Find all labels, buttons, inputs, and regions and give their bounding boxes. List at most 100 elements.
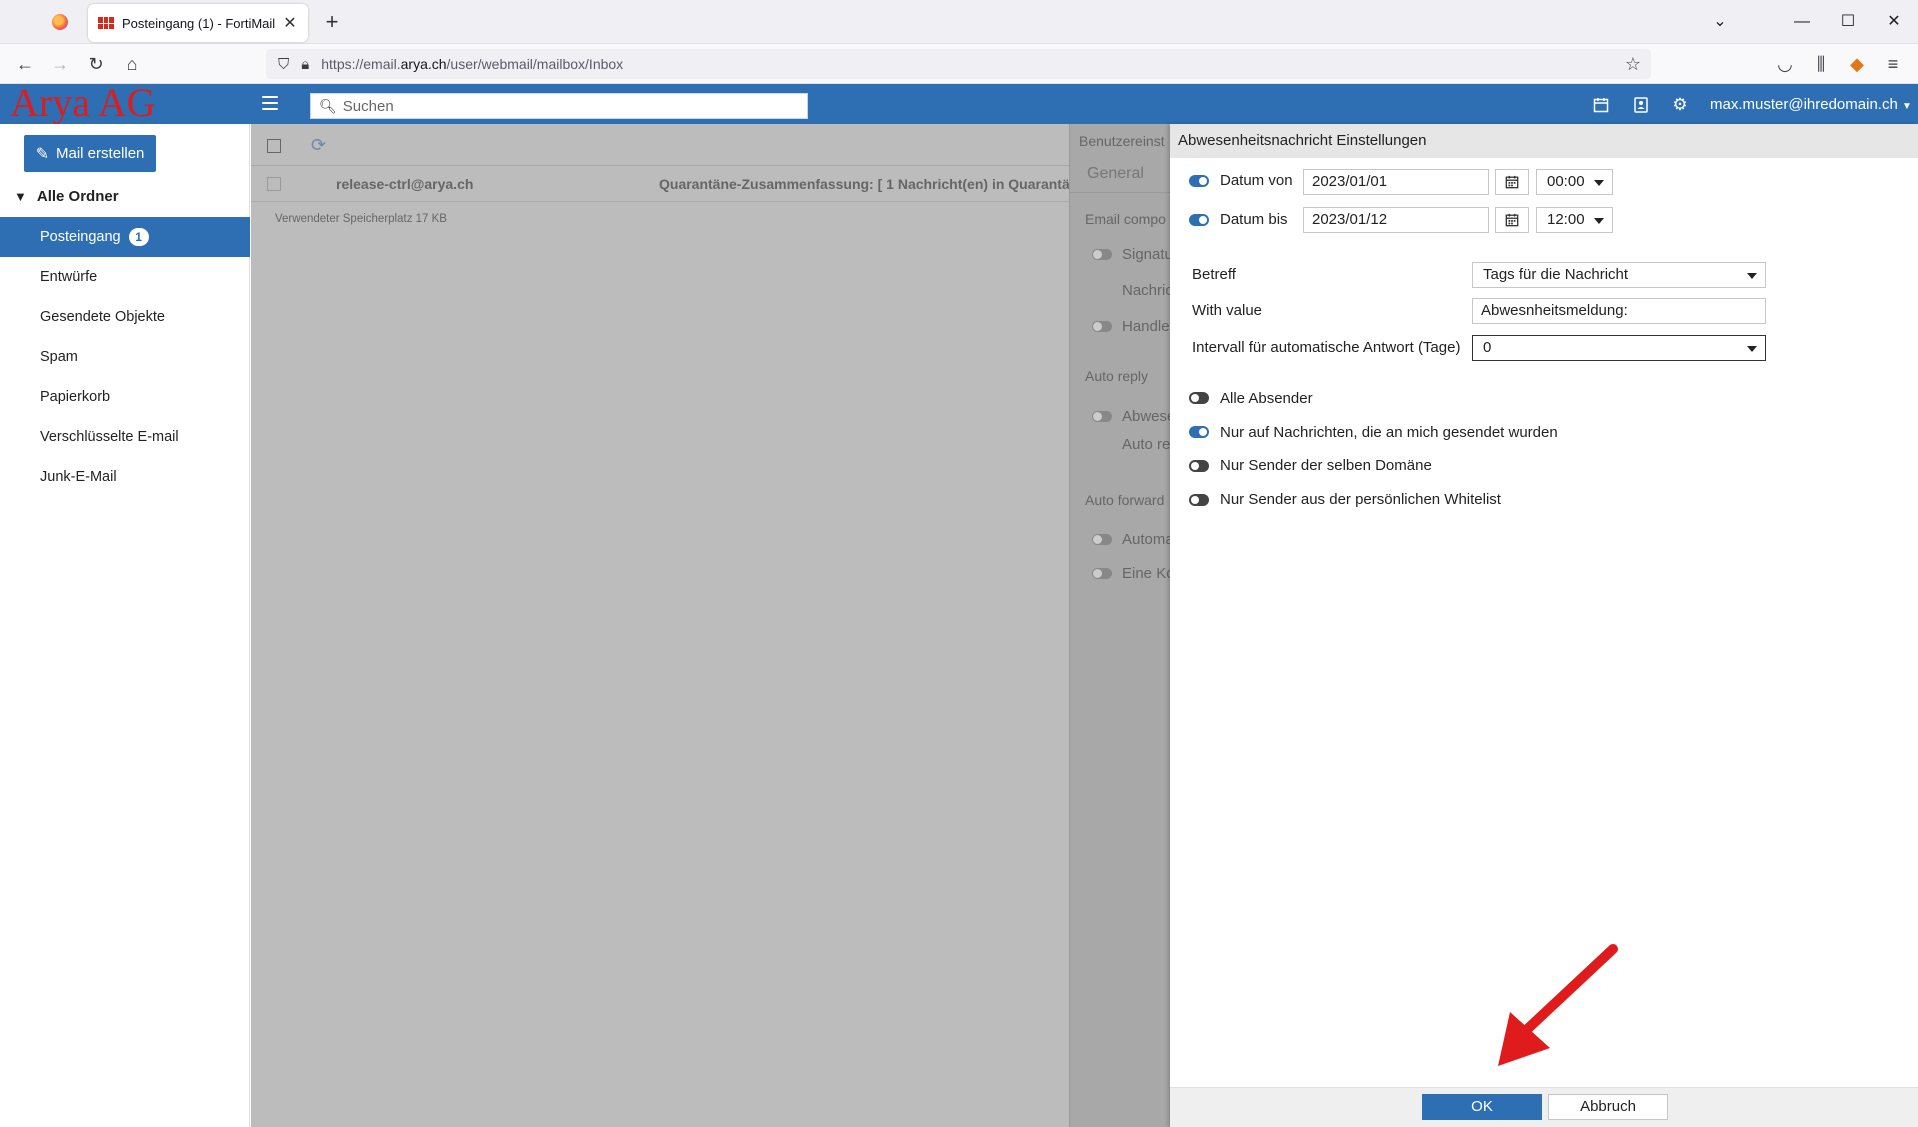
tab-general[interactable]: General [1087,165,1144,183]
folder-spam[interactable]: Spam [0,337,250,377]
chevron-down-icon [1594,218,1604,224]
chevron-down-icon [1747,346,1757,352]
folder-drafts[interactable]: Entwürfe [0,257,250,297]
chevron-down-icon [1747,273,1757,279]
toggle-date-to[interactable] [1189,214,1209,226]
ok-button[interactable]: OK [1422,1094,1542,1120]
folder-sent[interactable]: Gesendete Objekte [0,297,250,337]
toggle-date-from[interactable] [1189,175,1209,187]
home-icon[interactable]: ⌂ [117,50,147,78]
search-input[interactable]: 🔍︎ Suchen [310,93,808,119]
firefox-view-button[interactable] [40,10,80,34]
label-date-from: Datum von [1220,172,1293,189]
date-to-input[interactable]: 2023/01/12 [1303,207,1489,233]
company-logo: Arya AG [10,80,156,125]
row-checkbox[interactable] [267,177,281,191]
label-subject: Betreff [1192,266,1236,283]
chevron-down-icon [1594,180,1604,186]
browser-tab-bar: Posteingang (1) - FortiMail ✕ + ⌄ — ☐ ✕ [0,0,1918,44]
forward-arrow-icon[interactable]: → [45,50,75,78]
label-all-senders: Alle Absender [1220,390,1313,407]
mail-subject: Quarantäne-Zusammenfassung: [ 1 Nachrich… [659,176,1098,192]
storage-usage: Verwendeter Speicherplatz 17 KB [275,213,447,225]
hamburger-menu-icon[interactable] [262,96,278,110]
date-to-calendar-icon[interactable] [1495,207,1529,233]
url-text: https://email.arya.ch/user/webmail/mailb… [321,56,624,72]
toggle-abwesenheit[interactable] [1092,411,1112,422]
toggle-eine-kopie[interactable] [1092,568,1112,579]
date-from-calendar-icon[interactable] [1495,169,1529,195]
search-placeholder: Suchen [342,97,394,115]
lock-icon[interactable]: 🔒︎ [301,56,309,73]
pocket-icon[interactable]: ◡ [1770,50,1800,78]
mail-list-area [251,124,1069,1127]
user-menu[interactable]: max.muster@ihredomain.ch ▼ [1710,96,1912,113]
contacts-icon[interactable] [1629,93,1653,117]
label-date-to: Datum bis [1220,211,1288,228]
bookmark-star-icon[interactable]: ☆ [1625,54,1641,75]
section-auto-reply: Auto reply [1085,368,1149,384]
mail-list-toolbar [251,124,1069,166]
toggle-signature[interactable] [1092,249,1112,260]
fortimail-favicon-icon [98,17,114,29]
gear-icon[interactable]: ⚙ [1668,93,1692,117]
reload-icon[interactable]: ↻ [81,50,111,78]
label-eine-kopie: Eine Ko [1122,565,1175,582]
toggle-only-to-me[interactable] [1189,426,1209,438]
window-maximize-icon[interactable]: ☐ [1828,8,1868,36]
calendar-icon[interactable] [1589,93,1613,117]
table-row[interactable]: release-ctrl@arya.ch Quarantäne-Zusammen… [251,166,1098,202]
cancel-button[interactable]: Abbruch [1548,1094,1668,1120]
firefox-icon [52,14,68,30]
browser-nav-bar: ← → ↻ ⌂ ⛉ 🔒︎ https://email.arya.ch/user/… [0,44,1918,84]
dialog-footer [1170,1087,1918,1127]
chevron-down-icon: ▼ [14,189,27,204]
tracking-shield-icon[interactable]: ⛉ [278,56,289,73]
all-folders-toggle[interactable]: ▼ Alle Ordner [14,188,119,205]
back-arrow-icon[interactable]: ← [10,50,40,78]
label-handle: Handle [1122,318,1170,335]
app-menu-icon[interactable]: ≡ [1878,50,1908,78]
window-close-icon[interactable]: ✕ [1874,8,1914,36]
toggle-handle[interactable] [1092,321,1112,332]
time-to-select[interactable]: 12:00 [1536,207,1613,233]
dialog-title: Abwesenheitsnachricht Einstellungen [1170,124,1918,158]
folder-inbox[interactable]: Posteingang 1 [0,217,250,257]
search-icon: 🔍︎ [319,97,337,114]
toggle-auto-forward[interactable] [1092,534,1112,545]
label-whitelist: Nur Sender aus der persönlichen Whitelis… [1220,491,1501,508]
time-from-select[interactable]: 00:00 [1536,169,1613,195]
new-tab-icon[interactable]: + [318,8,346,36]
label-only-to-me: Nur auf Nachrichten, die an mich gesende… [1220,424,1558,441]
select-all-checkbox[interactable] [267,139,281,153]
library-icon[interactable]: ⫼ [1806,50,1836,78]
folder-trash[interactable]: Papierkorb [0,377,250,417]
label-with-value: With value [1192,302,1263,319]
subject-select[interactable]: Tags für die Nachricht [1472,262,1766,288]
label-signature: Signatu [1122,246,1173,263]
toggle-all-senders[interactable] [1189,392,1209,404]
with-value-input[interactable]: Abwesnheitsmeldung: [1472,298,1766,324]
refresh-icon[interactable]: ⟳ [311,135,326,156]
unread-count-badge: 1 [128,228,149,246]
compose-mail-button[interactable]: ✎ Mail erstellen [24,135,156,172]
label-abwesenheit: Abwese [1122,408,1176,425]
metamask-fox-icon[interactable]: ◆ [1842,50,1872,78]
url-bar[interactable]: ⛉ 🔒︎ https://email.arya.ch/user/webmail/… [266,49,1651,79]
browser-tab-active[interactable]: Posteingang (1) - FortiMail ✕ [88,4,308,42]
tab-close-icon[interactable]: ✕ [282,13,298,33]
interval-select[interactable]: 0 [1472,335,1766,361]
date-from-input[interactable]: 2023/01/01 [1303,169,1489,195]
user-settings-panel: Benutzereinst General Email compo Signat… [1069,124,1175,1127]
label-auto-reply: Auto re [1122,436,1171,453]
window-minimize-icon[interactable]: — [1782,8,1822,36]
toggle-same-domain[interactable] [1189,460,1209,472]
section-email-compose: Email compo [1085,211,1166,227]
mail-sender: release-ctrl@arya.ch [336,176,474,192]
folder-encrypted[interactable]: Verschlüsselte E-mail [0,417,250,457]
chevron-down-icon: ▼ [1901,101,1912,112]
tab-list-chevron-icon[interactable]: ⌄ [1700,8,1740,36]
folder-junk[interactable]: Junk-E-Mail [0,457,250,497]
toggle-whitelist[interactable] [1189,494,1209,506]
annotation-arrow-icon [1498,944,1618,1066]
